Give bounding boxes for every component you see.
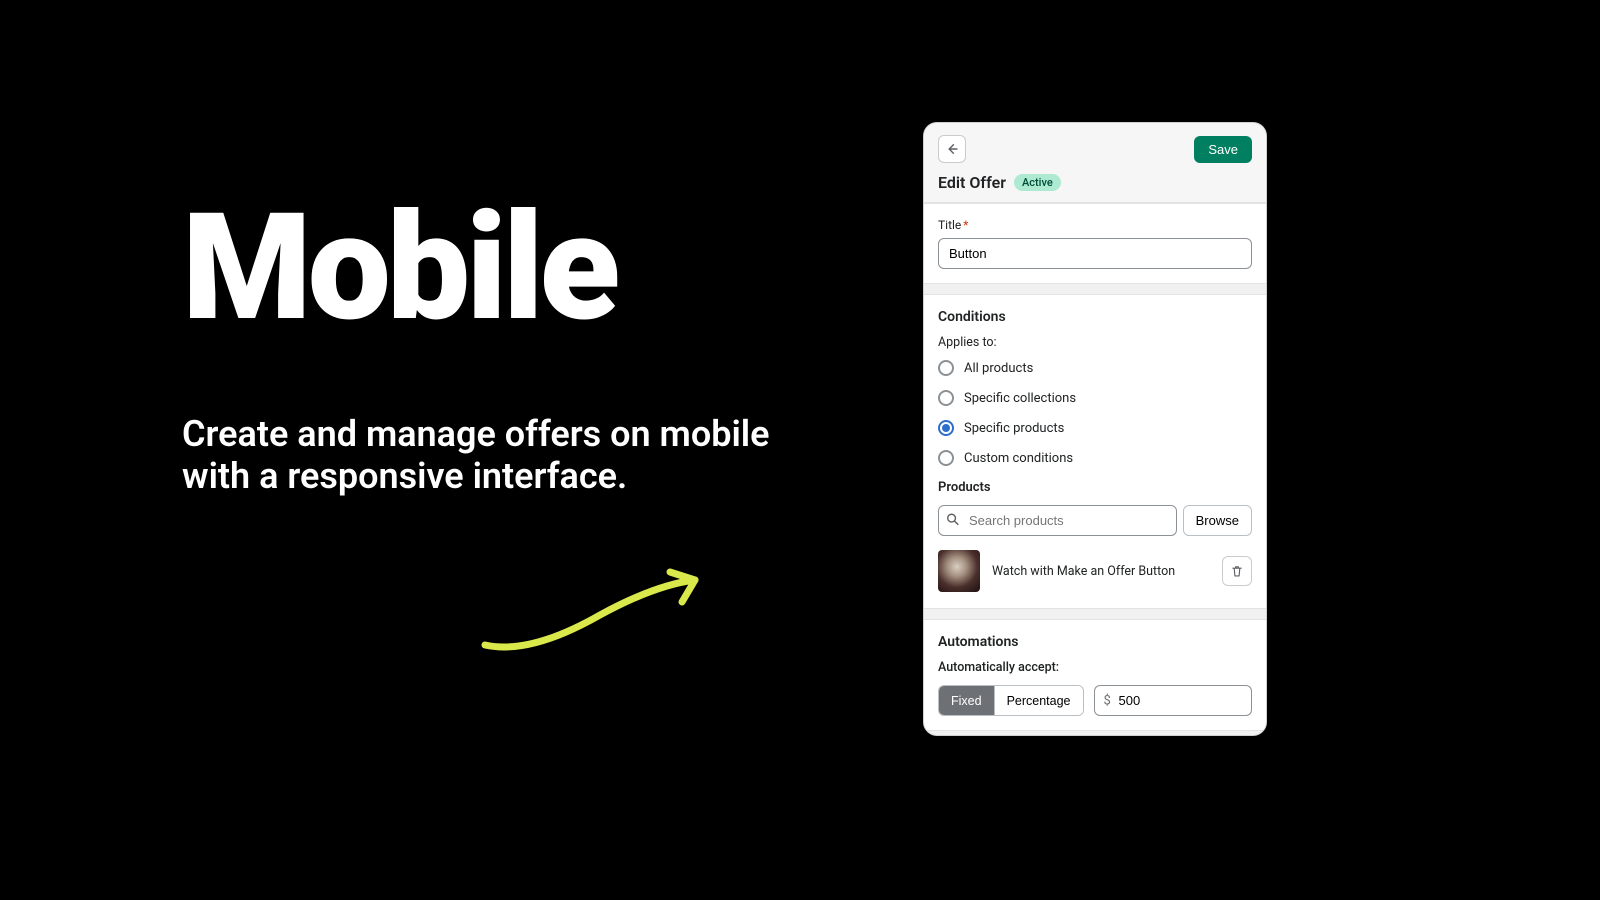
search-icon	[946, 511, 960, 530]
segment-fixed[interactable]: Fixed	[939, 686, 994, 715]
mobile-mockup: Save Edit Offer Active Title* Conditions…	[923, 122, 1267, 736]
radio-specific-products[interactable]: Specific products	[938, 420, 1252, 436]
hero-subtitle: Create and manage offers on mobile with …	[182, 413, 802, 498]
applies-to-radio-group: All products Specific collections Specif…	[938, 360, 1252, 466]
hero-title: Mobile	[182, 195, 802, 343]
title-label: Title*	[938, 218, 1252, 232]
segment-percentage[interactable]: Percentage	[994, 686, 1083, 715]
radio-label: Specific products	[964, 421, 1064, 436]
conditions-heading: Conditions	[938, 309, 1252, 325]
amount-input-wrap: $	[1094, 685, 1252, 716]
arrow-left-icon	[945, 142, 959, 156]
back-button[interactable]	[938, 135, 966, 163]
required-star: *	[963, 218, 968, 232]
status-badge: Active	[1014, 174, 1061, 191]
amount-type-segmented: Fixed Percentage	[938, 685, 1084, 716]
radio-label: All products	[964, 361, 1033, 376]
radio-custom-conditions[interactable]: Custom conditions	[938, 450, 1252, 466]
product-search-input[interactable]	[938, 505, 1177, 536]
products-heading: Products	[938, 480, 1252, 495]
radio-icon	[938, 360, 954, 376]
product-thumbnail	[938, 550, 980, 592]
page-title: Edit Offer	[938, 173, 1006, 192]
automations-card: Automations Automatically accept: Fixed …	[924, 619, 1266, 731]
browse-button[interactable]: Browse	[1183, 505, 1252, 536]
radio-label: Specific collections	[964, 391, 1076, 406]
app-header: Save Edit Offer Active	[924, 123, 1266, 203]
applies-to-label: Applies to:	[938, 335, 1252, 350]
radio-icon	[938, 450, 954, 466]
save-button[interactable]: Save	[1194, 136, 1252, 163]
title-card: Title*	[924, 203, 1266, 284]
remove-product-button[interactable]	[1222, 556, 1252, 586]
hero-copy: Mobile Create and manage offers on mobil…	[182, 195, 802, 498]
radio-all-products[interactable]: All products	[938, 360, 1252, 376]
radio-icon	[938, 390, 954, 406]
product-name: Watch with Make an Offer Button	[992, 564, 1210, 579]
product-item: Watch with Make an Offer Button	[938, 548, 1252, 594]
conditions-card: Conditions Applies to: All products Spec…	[924, 294, 1266, 609]
radio-icon	[938, 420, 954, 436]
auto-accept-label: Automatically accept:	[938, 660, 1252, 675]
arrow-illustration	[470, 560, 720, 660]
radio-label: Custom conditions	[964, 451, 1073, 466]
radio-specific-collections[interactable]: Specific collections	[938, 390, 1252, 406]
title-label-text: Title	[938, 218, 961, 232]
product-search-wrap	[938, 505, 1177, 536]
amount-input[interactable]	[1094, 685, 1252, 716]
automations-heading: Automations	[938, 634, 1252, 650]
title-input[interactable]	[938, 238, 1252, 269]
currency-prefix: $	[1104, 693, 1111, 708]
trash-icon	[1230, 564, 1244, 578]
